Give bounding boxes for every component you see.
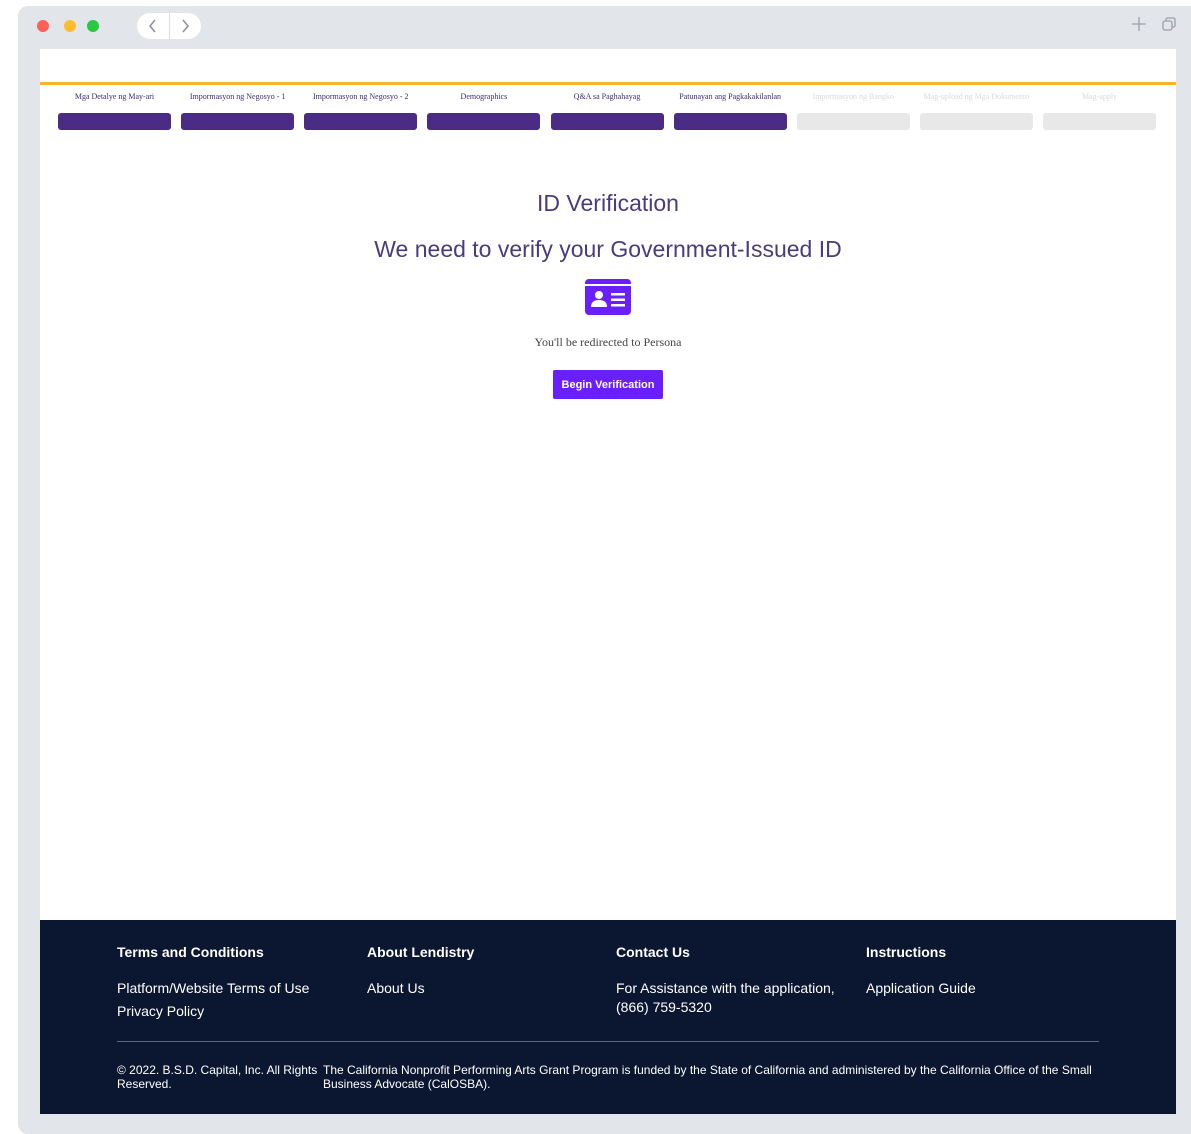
step-business-info-1[interactable]: Impormasyon ng Negosyo - 1 <box>181 92 295 130</box>
begin-verification-button[interactable]: Begin Verification <box>553 370 663 399</box>
minimize-window-button[interactable] <box>64 20 76 32</box>
step-bank-info: Impormasyon ng Bangko <box>796 92 910 130</box>
step-bar-complete <box>58 113 171 130</box>
footer-heading: Contact Us <box>616 944 690 960</box>
page-content: Mga Detalye ng May-ari Impormasyon ng Ne… <box>40 49 1176 1114</box>
chevron-left-icon <box>148 19 156 33</box>
step-label: Mga Detalye ng May-ari <box>74 92 155 101</box>
step-label: Q&A sa Paghahayag <box>573 92 641 101</box>
step-bar-complete <box>550 113 664 130</box>
step-bar-complete <box>304 113 418 130</box>
chevron-right-icon <box>182 19 190 33</box>
step-label: Impormasyon ng Negosyo - 2 <box>312 92 409 101</box>
step-bar-pending <box>1043 113 1156 130</box>
step-disclosure-qa[interactable]: Q&A sa Paghahayag <box>550 92 664 130</box>
privacy-policy-link[interactable]: Privacy Policy <box>117 1002 362 1021</box>
browser-titlebar <box>18 6 1191 50</box>
verification-panel: ID Verification We need to verify your G… <box>40 179 1176 399</box>
page-subtitle: We need to verify your Government-Issued… <box>374 236 842 262</box>
footer-heading: About Lendistry <box>367 944 475 960</box>
footer-contact-column: Contact Us For Assistance with the appli… <box>616 944 861 1017</box>
step-label: Impormasyon ng Negosyo - 1 <box>189 92 286 101</box>
step-upload-documents: Mag-upload ng Mga Dokumento <box>919 92 1033 130</box>
footer-about-column: About Lendistry About Us <box>367 944 612 998</box>
footer-terms-column: Terms and Conditions Platform/Website Te… <box>117 944 362 1021</box>
step-demographics[interactable]: Demographics <box>427 92 541 130</box>
maximize-window-button[interactable] <box>87 20 99 32</box>
back-button[interactable] <box>137 13 170 39</box>
footer-heading: Instructions <box>866 944 947 960</box>
step-verify-identity[interactable]: Patunayan ang Pagkakakilanlan <box>673 92 787 130</box>
step-label: Mag-apply <box>1081 92 1118 101</box>
plus-icon <box>1132 17 1146 31</box>
application-guide-link[interactable]: Application Guide <box>866 979 1111 998</box>
progress-steps: Mga Detalye ng May-ari Impormasyon ng Ne… <box>58 93 1156 130</box>
terms-of-use-link[interactable]: Platform/Website Terms of Use <box>117 979 362 998</box>
step-label: Demographics <box>460 92 508 101</box>
footer-instructions-column: Instructions Application Guide <box>866 944 1111 998</box>
step-owner-details[interactable]: Mga Detalye ng May-ari <box>58 93 171 130</box>
contact-phone-link[interactable]: (866) 759-5320 <box>616 998 861 1017</box>
browser-window: Mga Detalye ng May-ari Impormasyon ng Ne… <box>18 6 1191 1134</box>
step-apply: Mag-apply <box>1043 93 1156 130</box>
site-footer: Terms and Conditions Platform/Website Te… <box>40 920 1176 1114</box>
contact-assistance-text: For Assistance with the application, <box>616 980 835 996</box>
history-nav <box>137 13 201 39</box>
step-bar-pending <box>919 113 1033 130</box>
about-us-link[interactable]: About Us <box>367 979 612 998</box>
step-bar-pending <box>796 113 910 130</box>
header-accent-line <box>40 82 1176 85</box>
step-label: Patunayan ang Pagkakakilanlan <box>679 92 781 101</box>
page-title: ID Verification <box>537 190 679 216</box>
close-window-button[interactable] <box>37 20 49 32</box>
redirect-note: You'll be redirected to Persona <box>534 335 682 349</box>
step-label: Mag-upload ng Mga Dokumento <box>923 92 1030 101</box>
new-tab-button[interactable] <box>1131 16 1147 37</box>
funding-note: The California Nonprofit Performing Arts… <box>323 1063 1092 1091</box>
step-bar-complete <box>673 113 787 130</box>
step-bar-complete <box>181 113 295 130</box>
step-bar-complete <box>427 113 541 130</box>
copyright-text: © 2022. B.S.D. Capital, Inc. All Rights … <box>117 1063 318 1091</box>
footer-divider <box>117 1041 1099 1042</box>
forward-button[interactable] <box>170 13 202 39</box>
step-business-info-2[interactable]: Impormasyon ng Negosyo - 2 <box>304 92 418 130</box>
tab-overview-button[interactable] <box>1161 16 1177 37</box>
footer-heading: Terms and Conditions <box>117 944 264 960</box>
step-label: Impormasyon ng Bangko <box>812 92 894 101</box>
titlebar-actions <box>1131 16 1177 37</box>
copy-icon <box>1162 17 1176 31</box>
id-card-icon <box>585 279 631 315</box>
